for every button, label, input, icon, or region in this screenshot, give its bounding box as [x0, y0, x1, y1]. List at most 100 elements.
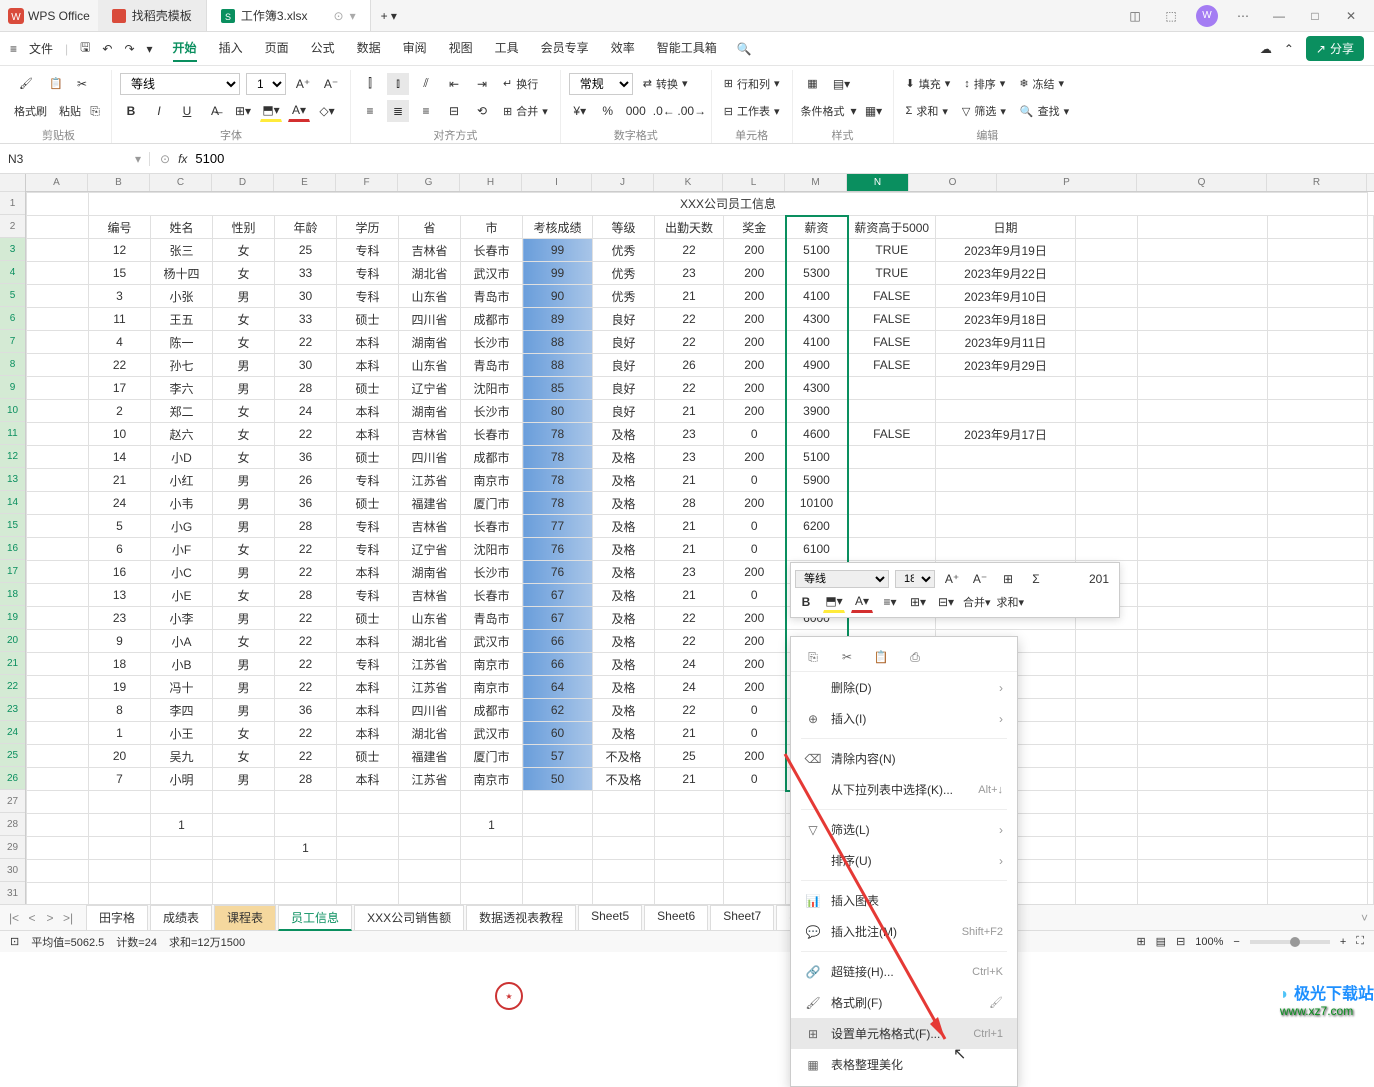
cell[interactable]: 5300: [786, 262, 848, 285]
cell[interactable]: 18: [89, 653, 151, 676]
cell[interactable]: 21: [655, 469, 724, 492]
cell[interactable]: FALSE: [848, 423, 936, 446]
cell[interactable]: 30: [275, 285, 337, 308]
cell[interactable]: 武汉市: [461, 630, 523, 653]
cell[interactable]: 78: [523, 492, 593, 515]
cell[interactable]: 女: [213, 722, 275, 745]
cell[interactable]: 6: [89, 538, 151, 561]
col-header-C[interactable]: C: [150, 174, 212, 191]
cell[interactable]: 小D: [151, 446, 213, 469]
file-menu[interactable]: 文件: [29, 40, 53, 57]
cell[interactable]: 85: [523, 377, 593, 400]
cell[interactable]: [848, 377, 936, 400]
cell[interactable]: 88: [523, 354, 593, 377]
cell[interactable]: 女: [213, 331, 275, 354]
indent-right-icon[interactable]: ⇥: [471, 73, 493, 95]
mini-format-icon[interactable]: ⊟▾: [935, 591, 957, 613]
cell[interactable]: 及格: [593, 653, 655, 676]
header-cell[interactable]: 市: [461, 216, 523, 239]
sum-button[interactable]: Σ 求和▾: [902, 101, 952, 121]
cell[interactable]: 厦门市: [461, 492, 523, 515]
cell[interactable]: 本科: [337, 400, 399, 423]
col-header-G[interactable]: G: [398, 174, 460, 191]
cell[interactable]: 王五: [151, 308, 213, 331]
cell[interactable]: [848, 538, 936, 561]
row-header-8[interactable]: 8: [0, 353, 25, 376]
cell[interactable]: 赵六: [151, 423, 213, 446]
last-sheet-icon[interactable]: >|: [60, 911, 76, 925]
cell[interactable]: 小李: [151, 607, 213, 630]
mini-color-icon[interactable]: A▾: [851, 591, 873, 613]
cell[interactable]: 3900: [786, 400, 848, 423]
ctx-item[interactable]: 排序(U)›: [791, 845, 1017, 876]
col-header-Q[interactable]: Q: [1137, 174, 1267, 191]
menu-item-4[interactable]: 数据: [357, 35, 381, 62]
cell[interactable]: 厦门市: [461, 745, 523, 768]
row-header-7[interactable]: 7: [0, 330, 25, 353]
panel-icon[interactable]: ◫: [1124, 9, 1146, 23]
cell[interactable]: 21: [89, 469, 151, 492]
row-header-23[interactable]: 23: [0, 698, 25, 721]
menu-item-5[interactable]: 审阅: [403, 35, 427, 62]
cell[interactable]: 小张: [151, 285, 213, 308]
cell[interactable]: 福建省: [399, 745, 461, 768]
increase-font-icon[interactable]: A⁺: [292, 73, 314, 95]
cell[interactable]: 小C: [151, 561, 213, 584]
view-pagebreak-icon[interactable]: ⊟: [1176, 935, 1185, 948]
cell[interactable]: 14: [89, 446, 151, 469]
search-icon[interactable]: 🔍: [737, 42, 752, 56]
row-header-3[interactable]: 3: [0, 238, 25, 261]
fill-color-icon[interactable]: ⬒▾: [260, 100, 282, 122]
menu-item-9[interactable]: 效率: [611, 35, 635, 62]
sheet-tab[interactable]: Sheet7: [710, 905, 774, 931]
tab-menu-icon[interactable]: ⊙: [334, 9, 344, 23]
cell[interactable]: 及格: [593, 446, 655, 469]
cell[interactable]: 24: [89, 492, 151, 515]
minimize-button[interactable]: —: [1268, 9, 1290, 23]
col-header-I[interactable]: I: [522, 174, 592, 191]
sheet-menu-icon[interactable]: ˅: [1361, 911, 1368, 925]
cell[interactable]: 江苏省: [399, 653, 461, 676]
cell[interactable]: 郑二: [151, 400, 213, 423]
ctx-item[interactable]: 🔗超链接(H)...Ctrl+K: [791, 956, 1017, 987]
row-header-20[interactable]: 20: [0, 629, 25, 652]
row-header-29[interactable]: 29: [0, 836, 25, 859]
cell[interactable]: 8: [89, 699, 151, 722]
cell[interactable]: 硕士: [337, 607, 399, 630]
cell[interactable]: 男: [213, 377, 275, 400]
cell[interactable]: 28: [655, 492, 724, 515]
cell[interactable]: 0: [724, 538, 786, 561]
cell[interactable]: 22: [655, 331, 724, 354]
cell[interactable]: 本科: [337, 331, 399, 354]
cell[interactable]: 本科: [337, 676, 399, 699]
cell[interactable]: 吉林省: [399, 515, 461, 538]
cell[interactable]: 99: [523, 262, 593, 285]
cell[interactable]: 22: [275, 722, 337, 745]
cell[interactable]: 22: [655, 630, 724, 653]
cell[interactable]: 南京市: [461, 676, 523, 699]
menu-item-6[interactable]: 视图: [449, 35, 473, 62]
sheet-tab[interactable]: 课程表: [214, 905, 276, 931]
cell[interactable]: 良好: [593, 308, 655, 331]
increase-decimal-icon[interactable]: .00→: [681, 100, 703, 122]
name-box[interactable]: N3▾: [0, 152, 150, 166]
row-header-6[interactable]: 6: [0, 307, 25, 330]
cell[interactable]: 28: [275, 584, 337, 607]
cell[interactable]: 15: [89, 262, 151, 285]
cell[interactable]: 23: [655, 423, 724, 446]
row-header-4[interactable]: 4: [0, 261, 25, 284]
cell[interactable]: 长春市: [461, 584, 523, 607]
cell[interactable]: 21: [655, 768, 724, 791]
cell[interactable]: 24: [275, 400, 337, 423]
cell[interactable]: 南京市: [461, 469, 523, 492]
cell[interactable]: 80: [523, 400, 593, 423]
cell[interactable]: 25: [275, 239, 337, 262]
cell[interactable]: 专科: [337, 653, 399, 676]
cell[interactable]: 1: [89, 722, 151, 745]
cell[interactable]: 长春市: [461, 515, 523, 538]
row-header-22[interactable]: 22: [0, 675, 25, 698]
cell[interactable]: 28: [275, 515, 337, 538]
cell[interactable]: 28: [275, 377, 337, 400]
cell[interactable]: 优秀: [593, 239, 655, 262]
sort-button[interactable]: ↕ 排序▾: [960, 74, 1009, 94]
